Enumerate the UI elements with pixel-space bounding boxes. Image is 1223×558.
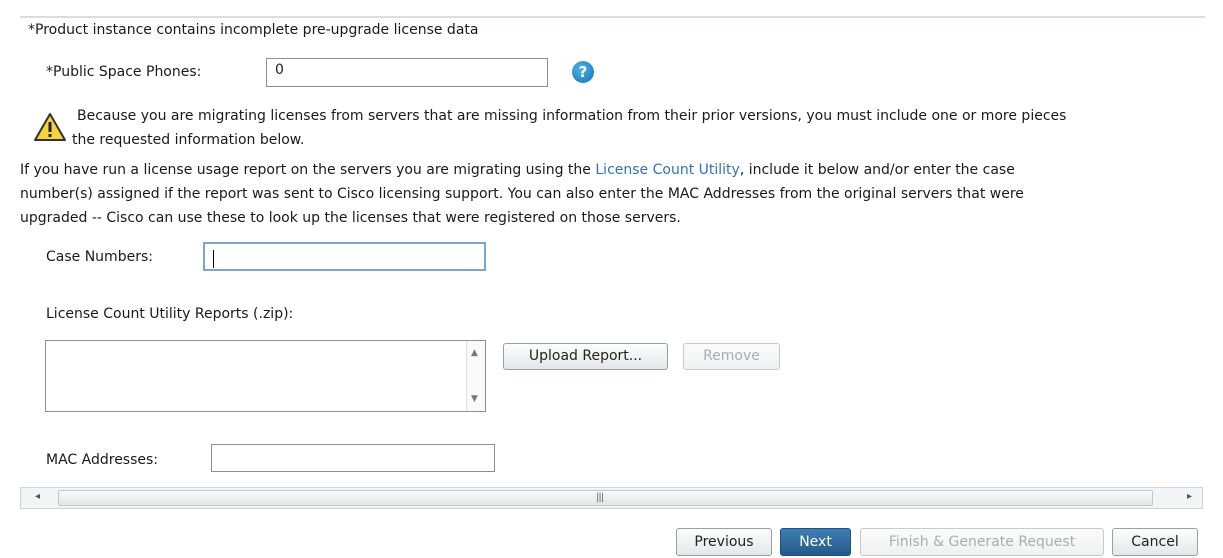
mac-addresses-label: MAC Addresses: bbox=[46, 452, 159, 468]
public-space-phones-label: *Public Space Phones: bbox=[46, 64, 202, 80]
incomplete-data-notice: *Product instance contains incomplete pr… bbox=[28, 22, 479, 38]
remove-button[interactable]: Remove bbox=[683, 343, 780, 370]
horizontal-scroll-thumb[interactable]: ||| bbox=[58, 490, 1153, 506]
horizontal-scrollbar[interactable]: ◂ ||| ▸ bbox=[20, 487, 1203, 509]
next-button[interactable]: Next bbox=[780, 528, 851, 556]
warning-line-1: Because you are migrating licenses from … bbox=[77, 108, 1067, 124]
warning-triangle-icon bbox=[34, 113, 66, 141]
instructions-line-1-pre: If you have run a license usage report o… bbox=[20, 162, 596, 178]
license-count-utility-link[interactable]: License Count Utility bbox=[595, 162, 739, 178]
instructions-line-2: number(s) assigned if the report was sen… bbox=[20, 186, 1024, 202]
scroll-grip-icon: ||| bbox=[596, 492, 604, 503]
text-caret bbox=[213, 250, 214, 268]
instructions-line-1-post: , include it below and/or enter the case bbox=[739, 162, 1015, 178]
cancel-button[interactable]: Cancel bbox=[1112, 528, 1198, 556]
reports-vertical-scrollbar[interactable]: ▲ ▼ bbox=[466, 341, 485, 411]
scroll-down-arrow-icon[interactable]: ▼ bbox=[471, 394, 478, 404]
top-divider bbox=[20, 16, 1205, 18]
instructions-line-3: upgraded -- Cisco can use these to look … bbox=[20, 210, 681, 226]
lcu-reports-list[interactable]: ▲ ▼ bbox=[45, 340, 486, 412]
scroll-left-arrow-icon[interactable]: ◂ bbox=[35, 491, 40, 502]
help-icon[interactable]: ? bbox=[572, 61, 594, 83]
finish-generate-request-button[interactable]: Finish & Generate Request bbox=[860, 528, 1104, 556]
case-numbers-input[interactable] bbox=[203, 242, 486, 271]
lcu-reports-label: License Count Utility Reports (.zip): bbox=[46, 306, 294, 322]
mac-addresses-input[interactable] bbox=[211, 444, 495, 472]
case-numbers-label: Case Numbers: bbox=[46, 249, 153, 265]
instructions-line-1: If you have run a license usage report o… bbox=[20, 162, 1015, 178]
scroll-up-arrow-icon[interactable]: ▲ bbox=[471, 348, 478, 358]
previous-button[interactable]: Previous bbox=[676, 528, 772, 556]
warning-line-2: the requested information below. bbox=[72, 132, 305, 148]
upload-report-button[interactable]: Upload Report... bbox=[503, 343, 668, 370]
scroll-right-arrow-icon[interactable]: ▸ bbox=[1187, 491, 1192, 502]
public-space-phones-input[interactable]: 0 bbox=[266, 58, 548, 87]
public-space-phones-value: 0 bbox=[275, 62, 284, 78]
